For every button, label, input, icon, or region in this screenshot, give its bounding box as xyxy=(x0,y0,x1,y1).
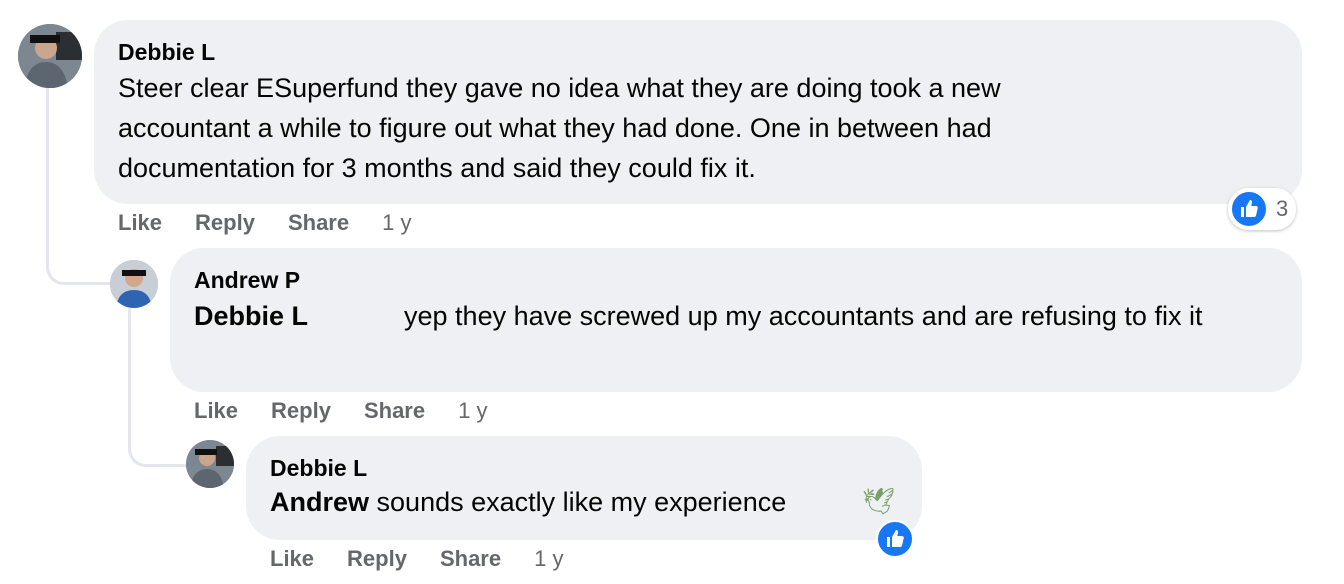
comment-body: Andrew sounds exactly like my experience xyxy=(270,482,898,522)
comment-body: Debbie L yep they have screwed up my acco… xyxy=(194,296,1274,336)
mention-link[interactable]: Debbie L xyxy=(194,301,308,331)
reply-button[interactable]: Reply xyxy=(347,546,407,572)
reply-button[interactable]: Reply xyxy=(271,398,331,424)
comment-text: yep they have screwed up my accountants … xyxy=(404,301,1203,331)
timestamp[interactable]: 1 y xyxy=(382,210,411,236)
avatar[interactable] xyxy=(110,260,158,308)
like-button[interactable]: Like xyxy=(194,398,238,424)
comment-actions: Like Reply Share 1 y xyxy=(118,210,411,236)
avatar[interactable] xyxy=(186,440,234,488)
timestamp[interactable]: 1 y xyxy=(458,398,487,424)
dove-emoji: 🕊 xyxy=(862,486,896,516)
like-thumb-icon xyxy=(876,520,914,558)
reaction-count: 3 xyxy=(1276,196,1289,221)
reply-button[interactable]: Reply xyxy=(195,210,255,236)
comment-text: sounds exactly like my experience xyxy=(376,487,787,517)
comment-author[interactable]: Debbie L xyxy=(118,38,1278,66)
comment-bubble: Debbie L Steer clear ESuperfund they gav… xyxy=(94,20,1302,204)
share-button[interactable]: Share xyxy=(440,546,501,572)
timestamp[interactable]: 1 y xyxy=(534,546,563,572)
reaction-badge[interactable]: 3 xyxy=(1228,188,1297,230)
mention-link[interactable]: Andrew xyxy=(270,487,369,517)
comment-actions: Like Reply Share 1 y xyxy=(194,398,487,424)
share-button[interactable]: Share xyxy=(364,398,425,424)
avatar[interactable] xyxy=(18,24,82,88)
reaction-badge[interactable] xyxy=(876,520,914,558)
comment-bubble: Debbie L Andrew sounds exactly like my e… xyxy=(246,436,922,540)
like-button[interactable]: Like xyxy=(270,546,314,572)
like-button[interactable]: Like xyxy=(118,210,162,236)
comment-actions: Like Reply Share 1 y xyxy=(270,546,563,572)
like-thumb-icon xyxy=(1230,190,1268,228)
comment-author[interactable]: Debbie L xyxy=(270,454,898,482)
comment-bubble: Andrew P Debbie L yep they have screwed u… xyxy=(170,248,1302,392)
comment-author[interactable]: Andrew P xyxy=(194,266,1278,294)
share-button[interactable]: Share xyxy=(288,210,349,236)
comment-text: Steer clear ESuperfund they gave no idea… xyxy=(118,73,1001,183)
